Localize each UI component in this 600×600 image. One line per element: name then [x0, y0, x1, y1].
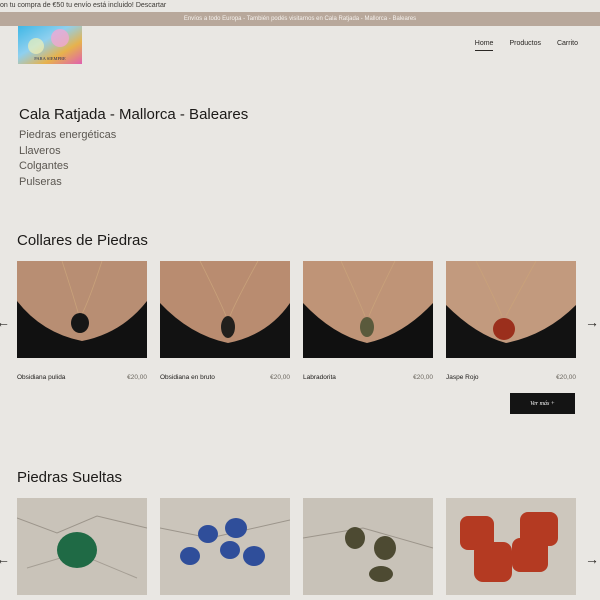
- nav-home[interactable]: Home: [474, 40, 494, 51]
- product-name[interactable]: Obsidiana pulida: [17, 374, 65, 381]
- product-image[interactable]: [446, 261, 576, 358]
- product-card[interactable]: Labradorita €20,00: [303, 261, 433, 381]
- product-name[interactable]: Jaspe Rojo: [446, 374, 479, 381]
- arrow-left-icon[interactable]: ←: [0, 315, 10, 329]
- product-card[interactable]: Obsidiana pulida €20,00: [17, 261, 147, 381]
- nav-carrito[interactable]: Carrito: [557, 40, 578, 51]
- product-card[interactable]: [17, 498, 147, 595]
- arrow-left-icon[interactable]: ←: [0, 552, 10, 566]
- announcement-notice: on tu compra de €50 tu envío está inclui…: [0, 0, 600, 11]
- product-price: €20,00: [127, 374, 147, 381]
- product-card[interactable]: [446, 498, 576, 595]
- arrow-right-icon[interactable]: →: [585, 315, 599, 329]
- product-card[interactable]: Jaspe Rojo €20,00: [446, 261, 576, 381]
- product-image[interactable]: [160, 261, 290, 358]
- product-image[interactable]: [303, 261, 433, 358]
- product-image[interactable]: [17, 261, 147, 358]
- hero-title: Cala Ratjada - Mallorca - Baleares: [19, 106, 249, 123]
- category-link-colgantes[interactable]: Colgantes: [19, 159, 116, 175]
- product-price: €20,00: [556, 374, 576, 381]
- main-nav: Home Productos Carrito: [474, 40, 578, 51]
- arrow-right-icon[interactable]: →: [585, 552, 599, 566]
- product-card[interactable]: [160, 498, 290, 595]
- shipping-banner: Envíos a todo Europa - También podés vis…: [0, 12, 600, 26]
- product-image[interactable]: [160, 498, 290, 595]
- product-price: €20,00: [270, 374, 290, 381]
- section-title-sueltas: Piedras Sueltas: [17, 469, 123, 486]
- logo-text: PARA SIEMPRE: [34, 56, 66, 61]
- sueltas-product-grid: [17, 498, 576, 595]
- product-image[interactable]: [303, 498, 433, 595]
- product-name[interactable]: Obsidiana en bruto: [160, 374, 215, 381]
- product-card[interactable]: Obsidiana en bruto €20,00: [160, 261, 290, 381]
- site-logo[interactable]: PARA SIEMPRE: [18, 26, 82, 64]
- notice-text: on tu compra de €50 tu envío está inclui…: [0, 2, 134, 9]
- category-link-pulseras[interactable]: Pulseras: [19, 175, 116, 191]
- ver-mas-button[interactable]: Ver más +: [510, 393, 575, 414]
- dismiss-link[interactable]: Descartar: [136, 2, 166, 9]
- section-title-collares: Collares de Piedras: [17, 232, 148, 249]
- collares-product-grid: Obsidiana pulida €20,00 Obsidiana en bru…: [17, 261, 576, 381]
- nav-productos[interactable]: Productos: [509, 40, 541, 51]
- product-price: €20,00: [413, 374, 433, 381]
- category-links: Piedras energéticas Llaveros Colgantes P…: [19, 128, 116, 190]
- product-image[interactable]: [446, 498, 576, 595]
- category-link-piedras[interactable]: Piedras energéticas: [19, 128, 116, 144]
- product-name[interactable]: Labradorita: [303, 374, 336, 381]
- product-card[interactable]: [303, 498, 433, 595]
- category-link-llaveros[interactable]: Llaveros: [19, 144, 116, 160]
- product-image[interactable]: [17, 498, 147, 595]
